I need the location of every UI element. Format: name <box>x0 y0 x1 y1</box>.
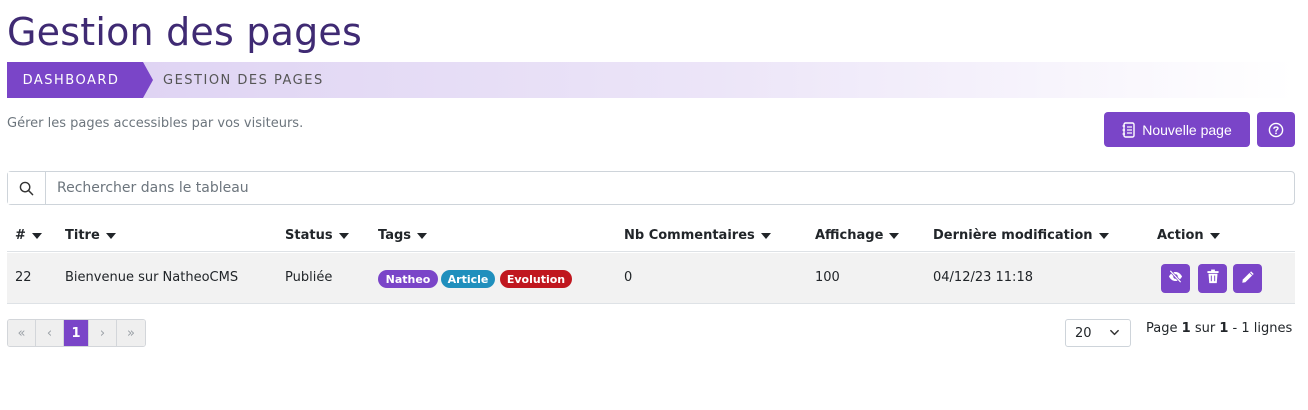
pagination-info-lines: 1 lignes <box>1241 321 1293 336</box>
pagination-info-prefix: Page <box>1146 321 1178 336</box>
column-header-affichage[interactable]: Affichage <box>815 228 900 243</box>
table-header: # Titre Status Tags Nb Commentaires Affi… <box>7 222 1295 252</box>
sort-caret-icon <box>31 232 42 239</box>
eye-slash-icon <box>1168 269 1183 288</box>
sort-caret-icon <box>889 232 900 239</box>
journal-plus-icon <box>1122 121 1136 138</box>
breadcrumb-item-dashboard[interactable]: Dashboard <box>7 62 153 98</box>
sort-caret-icon <box>1209 232 1220 239</box>
sort-caret-icon <box>105 232 116 239</box>
tag-badge: Evolution <box>500 270 572 288</box>
tag-badge: Natheo <box>378 270 438 288</box>
pagination-info-total: 1 <box>1219 321 1229 336</box>
cell-comments: 0 <box>624 270 633 285</box>
pagination-info-sep: sur <box>1194 321 1216 336</box>
page-subtitle: Gérer les pages accessibles par vos visi… <box>7 116 304 131</box>
sort-caret-icon <box>1098 232 1109 239</box>
pagination-info: Page 1 sur 1 - 1 lignes <box>1146 321 1292 336</box>
chevron-down-icon <box>1109 327 1120 342</box>
column-header-label: Titre <box>65 228 100 243</box>
column-header-titre[interactable]: Titre <box>65 228 116 243</box>
breadcrumb: Dashboard Gestion des pages <box>7 62 1295 98</box>
cell-views: 100 <box>815 270 840 285</box>
help-button[interactable] <box>1257 112 1295 147</box>
column-header-label: # <box>15 228 26 243</box>
sort-caret-icon <box>417 232 428 239</box>
delete-button[interactable] <box>1198 264 1227 293</box>
question-circle-icon <box>1268 122 1284 138</box>
trash-icon <box>1206 269 1220 288</box>
new-page-label: Nouvelle page <box>1142 121 1232 138</box>
column-header-status[interactable]: Status <box>285 228 349 243</box>
pencil-icon <box>1241 269 1255 288</box>
pagination-page-button[interactable]: 1 <box>64 320 89 346</box>
rows-per-page-select[interactable]: 20 <box>1065 319 1131 347</box>
rows-per-page-value: 20 <box>1075 325 1092 341</box>
column-header-label: Affichage <box>815 228 884 243</box>
cell-title: Bienvenue sur NatheoCMS <box>65 270 239 285</box>
sort-caret-icon <box>338 232 349 239</box>
search-icon <box>8 172 46 204</box>
column-header-id[interactable]: # <box>15 228 42 243</box>
edit-button[interactable] <box>1233 264 1262 293</box>
column-header-label: Dernière modification <box>933 228 1093 243</box>
column-header-label: Nb Commentaires <box>624 228 755 243</box>
table-search <box>7 171 1295 205</box>
pagination-info-dash: - <box>1232 321 1238 336</box>
pagination-next-button[interactable]: › <box>89 320 117 346</box>
sort-caret-icon <box>760 232 771 239</box>
breadcrumb-item-gestion-des-pages: Gestion des pages <box>163 72 324 88</box>
pagination-first-button[interactable]: « <box>8 320 36 346</box>
cell-modified: 04/12/23 11:18 <box>933 270 1033 285</box>
cell-id: 22 <box>15 270 32 285</box>
new-page-button[interactable]: Nouvelle page <box>1104 112 1250 147</box>
column-header-derniere-modification[interactable]: Dernière modification <box>933 228 1109 243</box>
column-header-label: Action <box>1157 228 1204 243</box>
tag-badge: Article <box>441 270 495 288</box>
column-header-nb-commentaires[interactable]: Nb Commentaires <box>624 228 771 243</box>
page-title: Gestion des pages <box>7 10 362 54</box>
toggle-visibility-button[interactable] <box>1161 264 1190 293</box>
pagination-last-button[interactable]: » <box>117 320 145 346</box>
pagination-prev-button[interactable]: ‹ <box>36 320 64 346</box>
search-input[interactable] <box>46 172 1294 204</box>
column-header-tags[interactable]: Tags <box>378 228 428 243</box>
column-header-action[interactable]: Action <box>1157 228 1220 243</box>
pagination: « ‹ 1 › » <box>7 319 146 347</box>
pagination-info-page: 1 <box>1181 321 1191 336</box>
table-row: 22 Bienvenue sur NatheoCMS Publiée Nathe… <box>7 253 1295 304</box>
column-header-label: Status <box>285 228 333 243</box>
column-header-label: Tags <box>378 228 412 243</box>
cell-status: Publiée <box>285 270 333 285</box>
